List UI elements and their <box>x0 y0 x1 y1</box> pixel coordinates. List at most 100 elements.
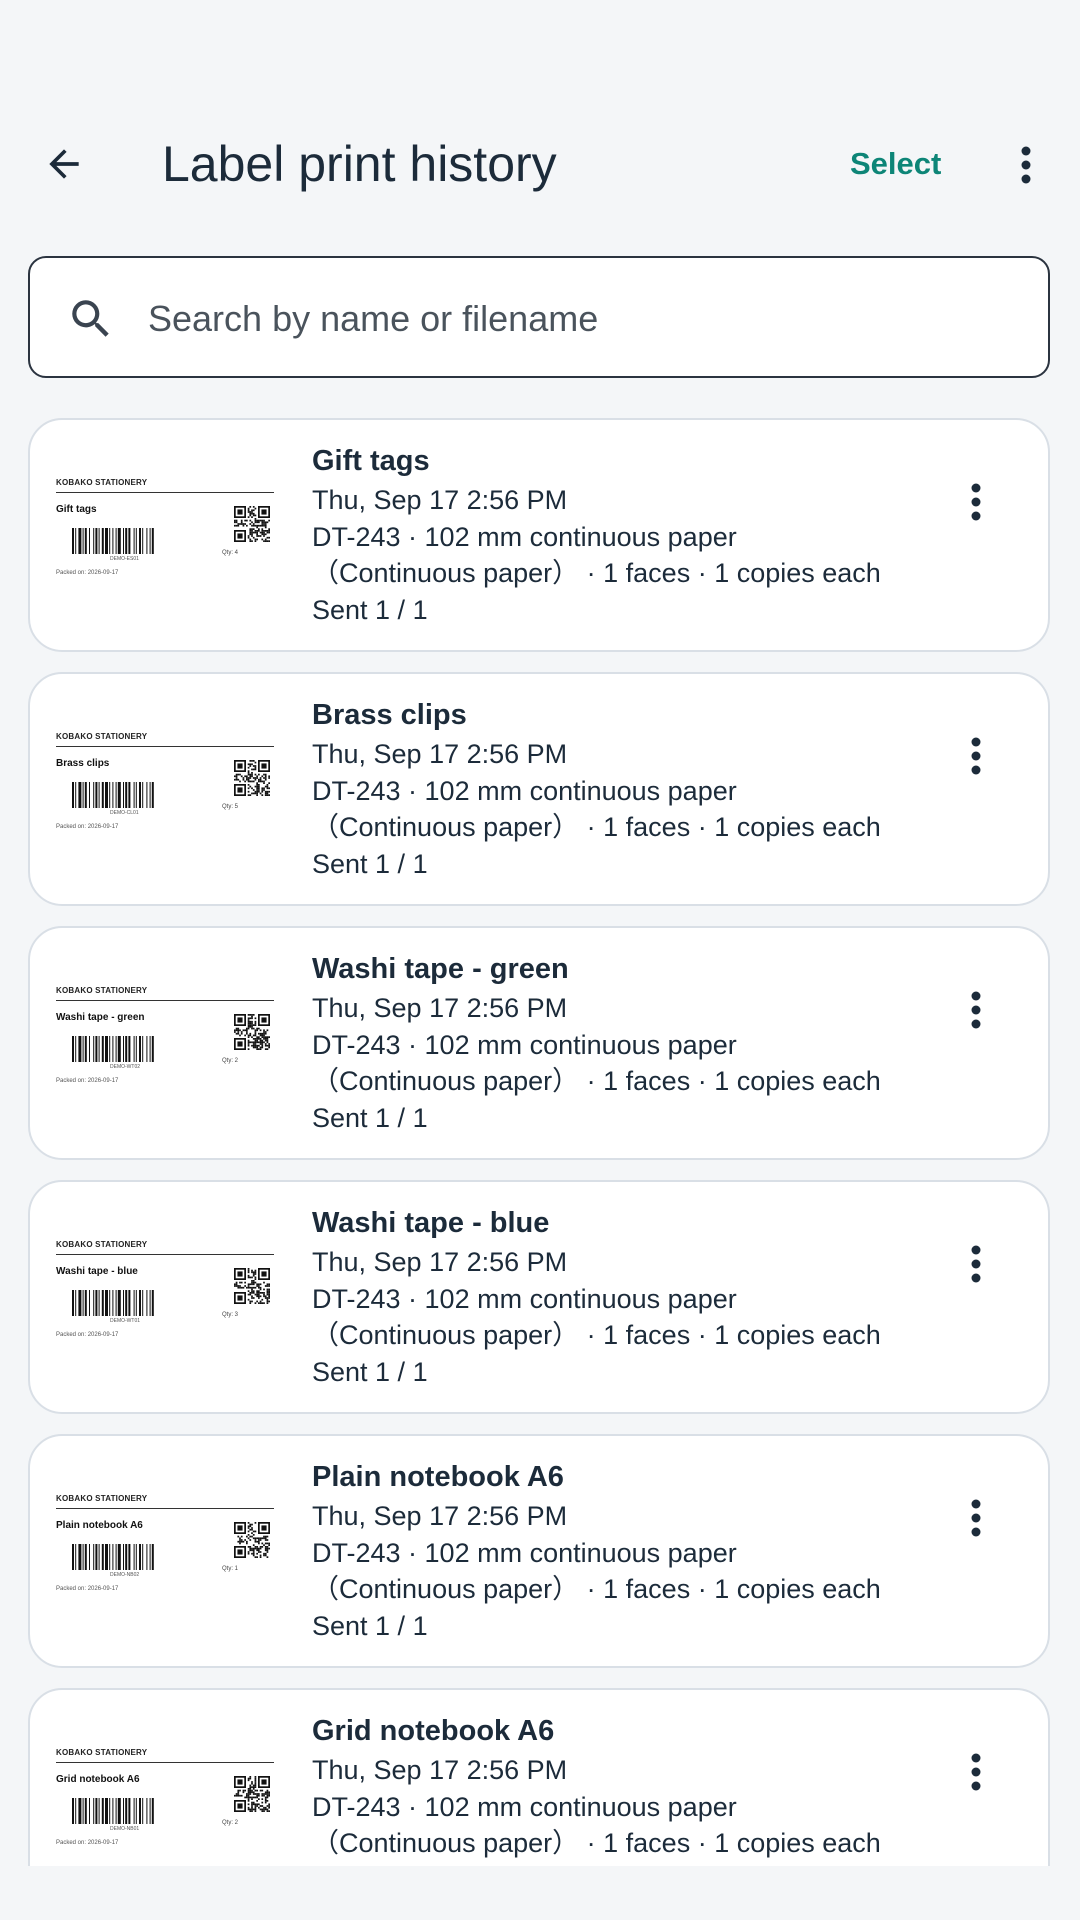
label-divider <box>56 746 274 747</box>
qr-code-image <box>234 1522 270 1558</box>
history-item-status: Sent 1 / 1 <box>312 1102 428 1133</box>
label-preview: KOBAKO STATIONERY Gift tags DEMO-ES01 Qt… <box>54 470 276 600</box>
history-item-date: Thu, Sep 17 2:56 PM <box>312 993 568 1023</box>
search-icon <box>72 300 109 337</box>
history-item-printer-paper: DT-243 · 102 mm continuous paper <box>312 1537 737 1568</box>
history-item-printer-paper: DT-243 · 102 mm continuous paper <box>312 775 737 806</box>
history-info: Brass clips Thu, Sep 17 2:56 PM DT-243 ·… <box>312 698 972 882</box>
history-item-date: Thu, Sep 17 2:56 PM <box>312 1501 568 1531</box>
history-item-name: Grid notebook A6 <box>312 1715 555 1747</box>
more-vert-icon <box>971 483 981 521</box>
history-item-name: Gift tags <box>312 445 430 477</box>
more-vert-icon <box>971 1499 981 1537</box>
label-qty: Qty: 1 <box>222 1566 239 1572</box>
history-item-details: （Continuous paper） · 1 faces · 1 copies … <box>312 812 881 842</box>
label-product-name: Grid notebook A6 <box>56 1774 140 1785</box>
label-product-name: Brass clips <box>56 758 110 769</box>
label-product-name: Plain notebook A6 <box>56 1520 143 1531</box>
page-title: Label print history <box>162 136 557 192</box>
barcode-image <box>72 1544 154 1570</box>
label-brand: KOBAKO STATIONERY <box>56 986 148 995</box>
history-item-date: Thu, Sep 17 2:56 PM <box>312 1755 568 1785</box>
history-item-name: Plain notebook A6 <box>312 1461 564 1493</box>
history-item-status: Sent 1 / 1 <box>312 594 428 625</box>
history-card[interactable]: KOBAKO STATIONERY Brass clips DEMO-CL01 … <box>28 672 1050 906</box>
label-preview: KOBAKO STATIONERY Grid notebook A6 DEMO-… <box>54 1740 276 1866</box>
label-brand: KOBAKO STATIONERY <box>56 1494 148 1503</box>
overflow-menu-button[interactable] <box>1000 134 1052 196</box>
label-packed-date: Packed on: 2026-09-17 <box>56 1840 119 1846</box>
history-card[interactable]: KOBAKO STATIONERY Plain notebook A6 DEMO… <box>28 1434 1050 1668</box>
history-info: Gift tags Thu, Sep 17 2:56 PM DT-243 · 1… <box>312 444 972 628</box>
back-button[interactable] <box>32 132 96 196</box>
label-packed-date: Packed on: 2026-09-17 <box>56 1586 119 1592</box>
history-item-status: Sent 1 / 1 <box>312 848 428 879</box>
label-preview: KOBAKO STATIONERY Brass clips DEMO-CL01 … <box>54 724 276 854</box>
qr-code-image <box>234 1014 270 1050</box>
history-card[interactable]: KOBAKO STATIONERY Grid notebook A6 DEMO-… <box>28 1688 1050 1866</box>
label-divider <box>56 492 274 493</box>
history-card[interactable]: KOBAKO STATIONERY Gift tags DEMO-ES01 Qt… <box>28 418 1050 652</box>
label-qty: Qty: 2 <box>222 1820 239 1826</box>
label-product-name: Gift tags <box>56 504 97 515</box>
history-item-name: Washi tape - green <box>312 953 569 985</box>
qr-code-image <box>234 1268 270 1304</box>
label-brand: KOBAKO STATIONERY <box>56 1240 148 1249</box>
label-qty: Qty: 4 <box>222 550 239 556</box>
label-product-name: Washi tape - green <box>56 1012 145 1023</box>
more-vert-icon <box>1021 146 1031 184</box>
history-item-date: Thu, Sep 17 2:56 PM <box>312 1247 568 1277</box>
label-qty: Qty: 5 <box>222 804 239 810</box>
label-brand: KOBAKO STATIONERY <box>56 478 148 487</box>
item-menu-button[interactable] <box>954 1740 998 1804</box>
search-box[interactable] <box>28 256 1050 378</box>
item-menu-button[interactable] <box>954 470 998 534</box>
item-menu-button[interactable] <box>954 978 998 1042</box>
qr-code-image <box>234 1776 270 1812</box>
select-button[interactable]: Select <box>850 144 941 184</box>
label-code: DEMO-WT01 <box>110 1318 140 1324</box>
history-card[interactable]: KOBAKO STATIONERY Washi tape - blue DEMO… <box>28 1180 1050 1414</box>
label-divider <box>56 1762 274 1763</box>
history-info: Washi tape - blue Thu, Sep 17 2:56 PM DT… <box>312 1206 972 1390</box>
label-qty: Qty: 2 <box>222 1058 239 1064</box>
label-code: DEMO-ES01 <box>110 556 139 562</box>
label-packed-date: Packed on: 2026-09-17 <box>56 824 119 830</box>
history-item-printer-paper: DT-243 · 102 mm continuous paper <box>312 521 737 552</box>
label-code: DEMO-WT02 <box>110 1064 140 1070</box>
label-brand: KOBAKO STATIONERY <box>56 732 148 741</box>
history-item-status: Sent 1 / 1 <box>312 1862 972 1867</box>
label-preview: KOBAKO STATIONERY Washi tape - blue DEMO… <box>54 1232 276 1362</box>
history-info: Plain notebook A6 Thu, Sep 17 2:56 PM DT… <box>312 1460 972 1644</box>
label-brand: KOBAKO STATIONERY <box>56 1748 148 1757</box>
label-divider <box>56 1254 274 1255</box>
label-divider <box>56 1508 274 1509</box>
item-menu-button[interactable] <box>954 1486 998 1550</box>
more-vert-icon <box>971 991 981 1029</box>
history-item-printer-paper: DT-243 · 102 mm continuous paper <box>312 1791 737 1822</box>
history-item-date: Thu, Sep 17 2:56 PM <box>312 485 568 515</box>
label-code: DEMO-NB01 <box>110 1826 140 1832</box>
history-info: Washi tape - green Thu, Sep 17 2:56 PM D… <box>312 952 972 1136</box>
more-vert-icon <box>971 1245 981 1283</box>
history-info: Grid notebook A6 Thu, Sep 17 2:56 PM DT-… <box>312 1714 972 1866</box>
item-menu-button[interactable] <box>954 724 998 788</box>
history-item-date: Thu, Sep 17 2:56 PM <box>312 739 568 769</box>
history-item-name: Brass clips <box>312 699 467 731</box>
label-code: DEMO-NB02 <box>110 1572 140 1578</box>
label-preview: KOBAKO STATIONERY Washi tape - green DEM… <box>54 978 276 1108</box>
label-packed-date: Packed on: 2026-09-17 <box>56 1078 119 1084</box>
label-preview: KOBAKO STATIONERY Plain notebook A6 DEMO… <box>54 1486 276 1616</box>
barcode-image <box>72 1036 154 1062</box>
item-menu-button[interactable] <box>954 1232 998 1296</box>
search-input[interactable] <box>146 288 1010 350</box>
history-item-details: （Continuous paper） · 1 faces · 1 copies … <box>312 558 881 588</box>
label-packed-date: Packed on: 2026-09-17 <box>56 1332 119 1338</box>
more-vert-icon <box>971 1753 981 1791</box>
history-item-status: Sent 1 / 1 <box>312 1356 428 1387</box>
top-app-bar: Label print history Select <box>0 110 1080 220</box>
label-divider <box>56 1000 274 1001</box>
history-item-details: （Continuous paper） · 1 faces · 1 copies … <box>312 1574 881 1604</box>
history-list: KOBAKO STATIONERY Gift tags DEMO-ES01 Qt… <box>28 418 1052 1866</box>
history-card[interactable]: KOBAKO STATIONERY Washi tape - green DEM… <box>28 926 1050 1160</box>
